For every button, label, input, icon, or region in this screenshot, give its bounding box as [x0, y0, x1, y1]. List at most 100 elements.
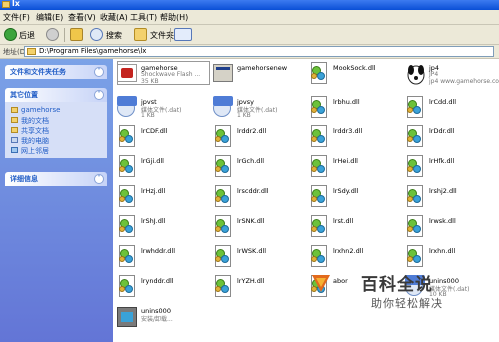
dll-icon: [213, 275, 233, 299]
chevron-down-icon[interactable]: ˅: [94, 67, 104, 77]
details-title: 详细信息: [10, 175, 38, 183]
menu-edit[interactable]: 编辑(E): [36, 12, 63, 23]
file-item[interactable]: lrscddr.dll: [213, 185, 307, 213]
watermark: 百科全说 助你轻松解决: [305, 270, 495, 330]
task-pane: 文件和文件夹任务 ˅ 其它位置 ˄ gamehorse 我的文档 共享文档 我的…: [0, 59, 113, 342]
file-item[interactable]: lrGch.dll: [213, 155, 307, 183]
back-button[interactable]: 后退: [19, 30, 35, 41]
dll-icon: [405, 125, 425, 149]
file-item[interactable]: jpvst 媒体文件(.dat) 1 KB: [117, 96, 211, 124]
file-item[interactable]: lrSNK.dll: [213, 215, 307, 243]
file-item[interactable]: lrSdy.dll: [309, 185, 403, 213]
file-item[interactable]: lrYZH.dll: [213, 275, 307, 303]
file-name: lrshj2.dll: [429, 187, 457, 195]
file-item[interactable]: lrwsk.dll: [405, 215, 499, 243]
folder-icon: [11, 127, 18, 133]
file-item[interactable]: lrShJ.dll: [117, 215, 211, 243]
file-item[interactable]: lrGji.dll: [117, 155, 211, 183]
dll-icon: [309, 96, 329, 120]
file-item[interactable]: lrDdr.dll: [405, 125, 499, 153]
dll-icon: [117, 275, 137, 299]
file-item[interactable]: gamehorsenew: [213, 62, 307, 90]
network-icon: [11, 147, 18, 153]
file-size: 35 KB: [141, 78, 159, 85]
forward-arrow-icon[interactable]: [46, 28, 59, 41]
file-item[interactable]: lrHzj.dll: [117, 185, 211, 213]
views-icon[interactable]: [174, 28, 192, 41]
dll-icon: [405, 96, 425, 120]
file-item[interactable]: lrbhu.dll: [309, 96, 403, 124]
other-places-title: 其它位置: [10, 91, 38, 99]
menu-view[interactable]: 查看(V): [68, 12, 96, 23]
file-item[interactable]: lrxhn.dll: [405, 245, 499, 273]
file-tasks-header[interactable]: 文件和文件夹任务 ˅: [5, 65, 107, 79]
folders-icon[interactable]: [134, 28, 147, 41]
file-item[interactable]: lrwhddr.dll: [117, 245, 211, 273]
file-tasks-title: 文件和文件夹任务: [10, 68, 66, 76]
file-name: lrHei.dll: [333, 157, 358, 165]
file-name: lrHfk.dll: [429, 157, 455, 165]
video-icon: [117, 96, 137, 120]
file-size: jp4 www.gamehorse.com: [429, 78, 499, 85]
file-name: lrCdd.dll: [429, 98, 457, 106]
file-name: lrddr3.dll: [333, 127, 363, 135]
file-item[interactable]: lrxhn2.dll: [309, 245, 403, 273]
file-item[interactable]: lrynddr.dll: [117, 275, 211, 303]
file-item[interactable]: lrCDF.dll: [117, 125, 211, 153]
file-name: lrHzj.dll: [141, 187, 166, 195]
file-name: lrYZH.dll: [237, 277, 265, 285]
dll-icon: [309, 245, 329, 269]
file-item[interactable]: unins000 安装/卸载...: [117, 305, 211, 333]
chevron-down-icon[interactable]: ˅: [94, 174, 104, 184]
watermark-subtitle: 助你轻松解决: [371, 297, 443, 310]
back-arrow-icon[interactable]: [4, 28, 17, 41]
menu-file[interactable]: 文件(F): [3, 12, 30, 23]
file-name: lrCDF.dll: [141, 127, 168, 135]
menu-favorites[interactable]: 收藏(A): [100, 12, 128, 23]
menu-tools[interactable]: 工具(T): [130, 12, 157, 23]
file-item[interactable]: jp4 JP4 jp4 www.gamehorse.com: [405, 62, 499, 90]
menu-help[interactable]: 帮助(H): [160, 12, 188, 23]
folder-icon: [11, 117, 18, 123]
file-item[interactable]: lrst.dll: [309, 215, 403, 243]
address-path: D:\Program Files\gamehorse\lx: [39, 47, 147, 55]
search-button[interactable]: 搜索: [106, 30, 122, 41]
folder-icon: [2, 1, 10, 8]
file-item[interactable]: lrCdd.dll: [405, 96, 499, 124]
file-name: lrddr2.dll: [237, 127, 267, 135]
dll-icon: [117, 125, 137, 149]
file-item[interactable]: lrHei.dll: [309, 155, 403, 183]
dll-icon: [405, 155, 425, 179]
dll-icon: [117, 245, 137, 269]
address-input[interactable]: D:\Program Files\gamehorse\lx: [24, 46, 494, 57]
installer-icon: [117, 305, 137, 329]
dll-icon: [213, 125, 233, 149]
video-icon: [213, 96, 233, 120]
search-icon[interactable]: [90, 28, 103, 41]
other-places-header[interactable]: 其它位置 ˄: [5, 88, 107, 102]
toolbar: 后退 搜索 文件夹: [0, 25, 499, 45]
file-name: lrwhddr.dll: [141, 247, 176, 255]
file-name: lrst.dll: [333, 217, 354, 225]
file-item[interactable]: lrHfk.dll: [405, 155, 499, 183]
details-header[interactable]: 详细信息 ˅: [5, 172, 107, 186]
up-folder-icon[interactable]: [70, 28, 83, 41]
dog-icon: [405, 62, 425, 86]
file-name: lrscddr.dll: [237, 187, 269, 195]
toolbar-separator: [170, 28, 171, 42]
file-item[interactable]: lrddr2.dll: [213, 125, 307, 153]
menu-bar: 文件(F) 编辑(E) 查看(V) 收藏(A) 工具(T) 帮助(H): [0, 10, 499, 25]
dll-icon: [405, 185, 425, 209]
watermark-title: 百科全说: [361, 275, 433, 295]
file-item[interactable]: MookSock.dll: [309, 62, 403, 90]
file-name: lrSdy.dll: [333, 187, 359, 195]
file-item[interactable]: gamehorse Shockwave Flash ... 35 KB: [117, 61, 211, 90]
file-item[interactable]: lrWSK.dll: [213, 245, 307, 273]
file-item[interactable]: lrshj2.dll: [405, 185, 499, 213]
chevron-up-icon[interactable]: ˄: [94, 90, 104, 100]
folder-icon: [27, 48, 36, 55]
file-name: lrxhn.dll: [429, 247, 456, 255]
file-item[interactable]: jpvsy 媒体文件(.dat) 1 KB: [213, 96, 307, 124]
address-bar: 地址(D) D:\Program Files\gamehorse\lx: [0, 45, 499, 59]
file-item[interactable]: lrddr3.dll: [309, 125, 403, 153]
